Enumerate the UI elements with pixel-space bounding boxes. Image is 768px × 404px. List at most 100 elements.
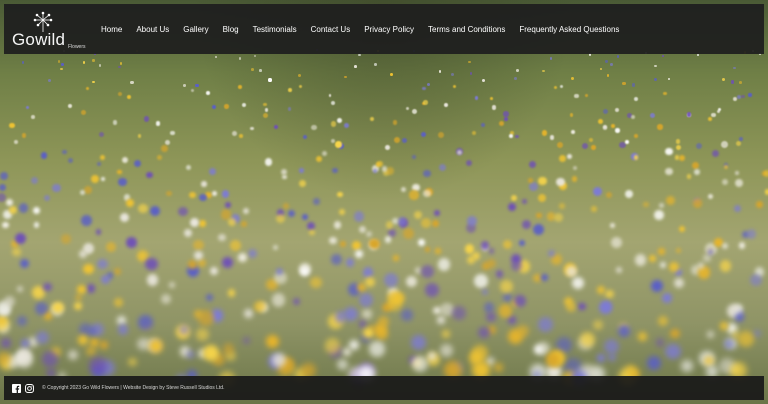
site-logo[interactable]: Gowild Flowers — [12, 6, 90, 52]
meadow-flower — [67, 349, 79, 361]
nav-item-terms-and-conditions[interactable]: Terms and Conditions — [421, 25, 512, 34]
meadow-flower — [168, 282, 175, 289]
meadow-flower — [302, 135, 307, 140]
meadow-flower — [95, 229, 102, 235]
meadow-flower — [206, 90, 210, 95]
meadow-flower — [250, 126, 255, 131]
meadow-flower — [328, 93, 332, 97]
meadow-flower — [19, 258, 30, 269]
meadow-flower — [9, 122, 15, 129]
meadow-flower — [362, 267, 374, 278]
meadow-flower — [374, 62, 377, 66]
meadow-flower — [195, 83, 199, 88]
meadow-flower — [522, 219, 531, 229]
meadow-flower — [741, 94, 745, 98]
meadow-flower — [733, 205, 741, 213]
meadow-flower — [282, 202, 289, 209]
meadow-flower — [567, 154, 572, 160]
meadow-flower — [355, 249, 364, 259]
nav-item-testimonials[interactable]: Testimonials — [246, 25, 304, 34]
facebook-icon[interactable] — [12, 383, 21, 393]
meadow-flower — [61, 63, 65, 67]
meadow-flower — [599, 68, 603, 71]
meadow-flower — [472, 251, 480, 260]
meadow-flower — [597, 118, 604, 124]
meadow-flower — [126, 95, 131, 100]
nav-item-faq[interactable]: Frequently Asked Questions — [512, 25, 626, 34]
meadow-flower — [412, 154, 417, 159]
meadow-flower — [193, 250, 203, 260]
meadow-flower — [622, 81, 626, 86]
meadow-flower — [694, 168, 700, 175]
meadow-flower — [138, 203, 148, 214]
meadow-flower — [411, 335, 426, 350]
meadow-flower — [521, 199, 527, 205]
meadow-flower — [79, 189, 86, 196]
meadow-flower — [723, 164, 728, 170]
brand-name: Gowild — [12, 30, 66, 49]
meadow-flower — [738, 331, 755, 348]
meadow-flower — [231, 130, 237, 137]
meadow-flower — [654, 210, 664, 221]
meadow-flower — [118, 177, 127, 186]
meadow-flower — [193, 239, 204, 250]
instagram-icon[interactable] — [25, 383, 34, 393]
meadow-flower — [481, 289, 489, 296]
meadow-flower — [97, 258, 108, 270]
meadow-flower — [697, 262, 704, 269]
meadow-flower — [282, 174, 287, 180]
meadow-flower — [345, 258, 355, 267]
meadow-flower — [711, 112, 716, 118]
nav-item-privacy-policy[interactable]: Privacy Policy — [357, 25, 421, 34]
meadow-flower — [262, 102, 267, 107]
meadow-flower — [480, 241, 490, 250]
meadow-flower — [298, 84, 302, 88]
meadow-flower — [439, 163, 447, 171]
meadow-flower — [610, 236, 623, 249]
meadow-flower — [474, 274, 488, 288]
meadow-flower — [331, 121, 337, 127]
meadow-flower — [134, 159, 142, 167]
meadow-flower — [427, 83, 431, 87]
nav-item-about-us[interactable]: About Us — [129, 25, 176, 34]
meadow-flower — [264, 107, 269, 112]
meadow-flower — [0, 183, 7, 191]
meadow-flower — [354, 65, 357, 68]
meadow-flower — [659, 203, 664, 209]
brand-tagline: Flowers — [68, 44, 86, 50]
meadow-flower — [243, 208, 250, 215]
meadow-flower — [657, 124, 663, 130]
meadow-flower — [210, 266, 218, 275]
meadow-flower — [739, 80, 743, 84]
meadow-flower — [298, 168, 304, 173]
meadow-flower — [365, 231, 373, 238]
meadow-flower — [679, 225, 686, 233]
meadow-flower — [335, 141, 342, 148]
nav-item-gallery[interactable]: Gallery — [176, 25, 215, 34]
nav-item-blog[interactable]: Blog — [216, 25, 246, 34]
meadow-flower — [117, 324, 128, 335]
meadow-flower — [631, 83, 636, 87]
meadow-flower — [409, 190, 419, 200]
meadow-flower — [297, 73, 301, 77]
nav-item-home[interactable]: Home — [94, 25, 129, 34]
meadow-flower — [324, 338, 341, 354]
meadow-flower — [503, 111, 509, 117]
meadow-flower — [126, 198, 135, 207]
meadow-flower — [332, 168, 338, 174]
meadow-flower — [667, 77, 671, 81]
nav-item-contact-us[interactable]: Contact Us — [304, 25, 358, 34]
meadow-flower — [722, 77, 726, 82]
meadow-flower — [499, 279, 514, 294]
meadow-flower — [309, 229, 315, 236]
meadow-flower — [735, 170, 740, 176]
meadow-flower — [739, 242, 746, 249]
meadow-flower — [467, 216, 477, 227]
meadow-flower — [372, 169, 377, 174]
meadow-flower — [401, 309, 413, 321]
meadow-flower — [0, 171, 9, 180]
meadow-flower — [686, 112, 691, 117]
meadow-flower — [541, 130, 547, 136]
meadow-flower — [696, 54, 699, 57]
meadow-flower — [675, 247, 682, 254]
